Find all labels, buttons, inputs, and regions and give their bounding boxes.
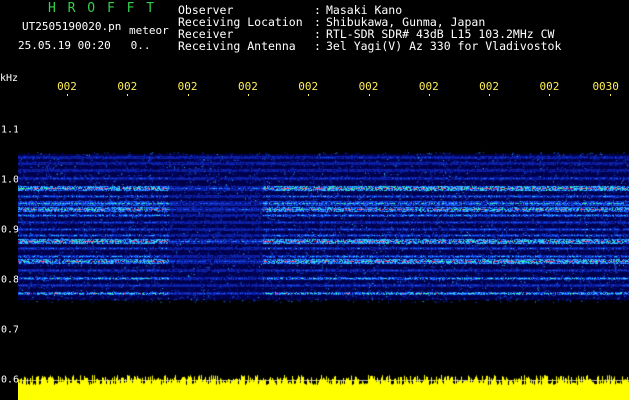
frequency-tick-label: 0.9 (1, 224, 20, 236)
file-tag: meteor (129, 24, 169, 37)
file-name: UT2505190020.pn (22, 20, 122, 33)
app-brand: H R O F F T (48, 1, 157, 16)
frequency-tick-label: 1.1 (1, 124, 20, 136)
time-tick-label: 0030 (592, 80, 619, 93)
time-tick-label: 002 (57, 80, 77, 93)
timestamp-extra: 0.. (130, 39, 151, 52)
y-axis-unit: kHz (0, 73, 19, 84)
frequency-tick-label: 0.7 (1, 324, 20, 336)
spectrogram-image (18, 96, 629, 400)
header-sep-antenna: : (314, 39, 321, 53)
time-tick-label: 002 (117, 80, 138, 93)
timestamp: 25.05.19 00:20 0.. (18, 39, 150, 52)
frequency-tick-label: 1.0 (1, 174, 20, 186)
time-tick-label: 002 (539, 80, 560, 93)
timestamp-datetime: 25.05.19 00:20 (18, 39, 111, 52)
time-tick-label: 002 (418, 80, 439, 93)
time-tick-label: 002 (177, 80, 198, 93)
time-tick-label: 002 (479, 80, 500, 93)
frequency-tick-label: 0.8 (1, 274, 20, 286)
header-label-antenna: Receiving Antenna (178, 39, 296, 53)
time-tick-label: 002 (358, 80, 379, 93)
hrofft-window: H R O F F T UT2505190020.pn meteor 25.05… (0, 0, 629, 400)
frequency-tick-label: 0.6 (1, 374, 20, 386)
header-value-antenna: 3el Yagi(V) Az 330 for Vladivostok (326, 39, 562, 53)
time-tick-label: 002 (237, 80, 258, 93)
spectrogram-panel (18, 96, 629, 400)
time-tick-label: 002 (298, 80, 319, 93)
